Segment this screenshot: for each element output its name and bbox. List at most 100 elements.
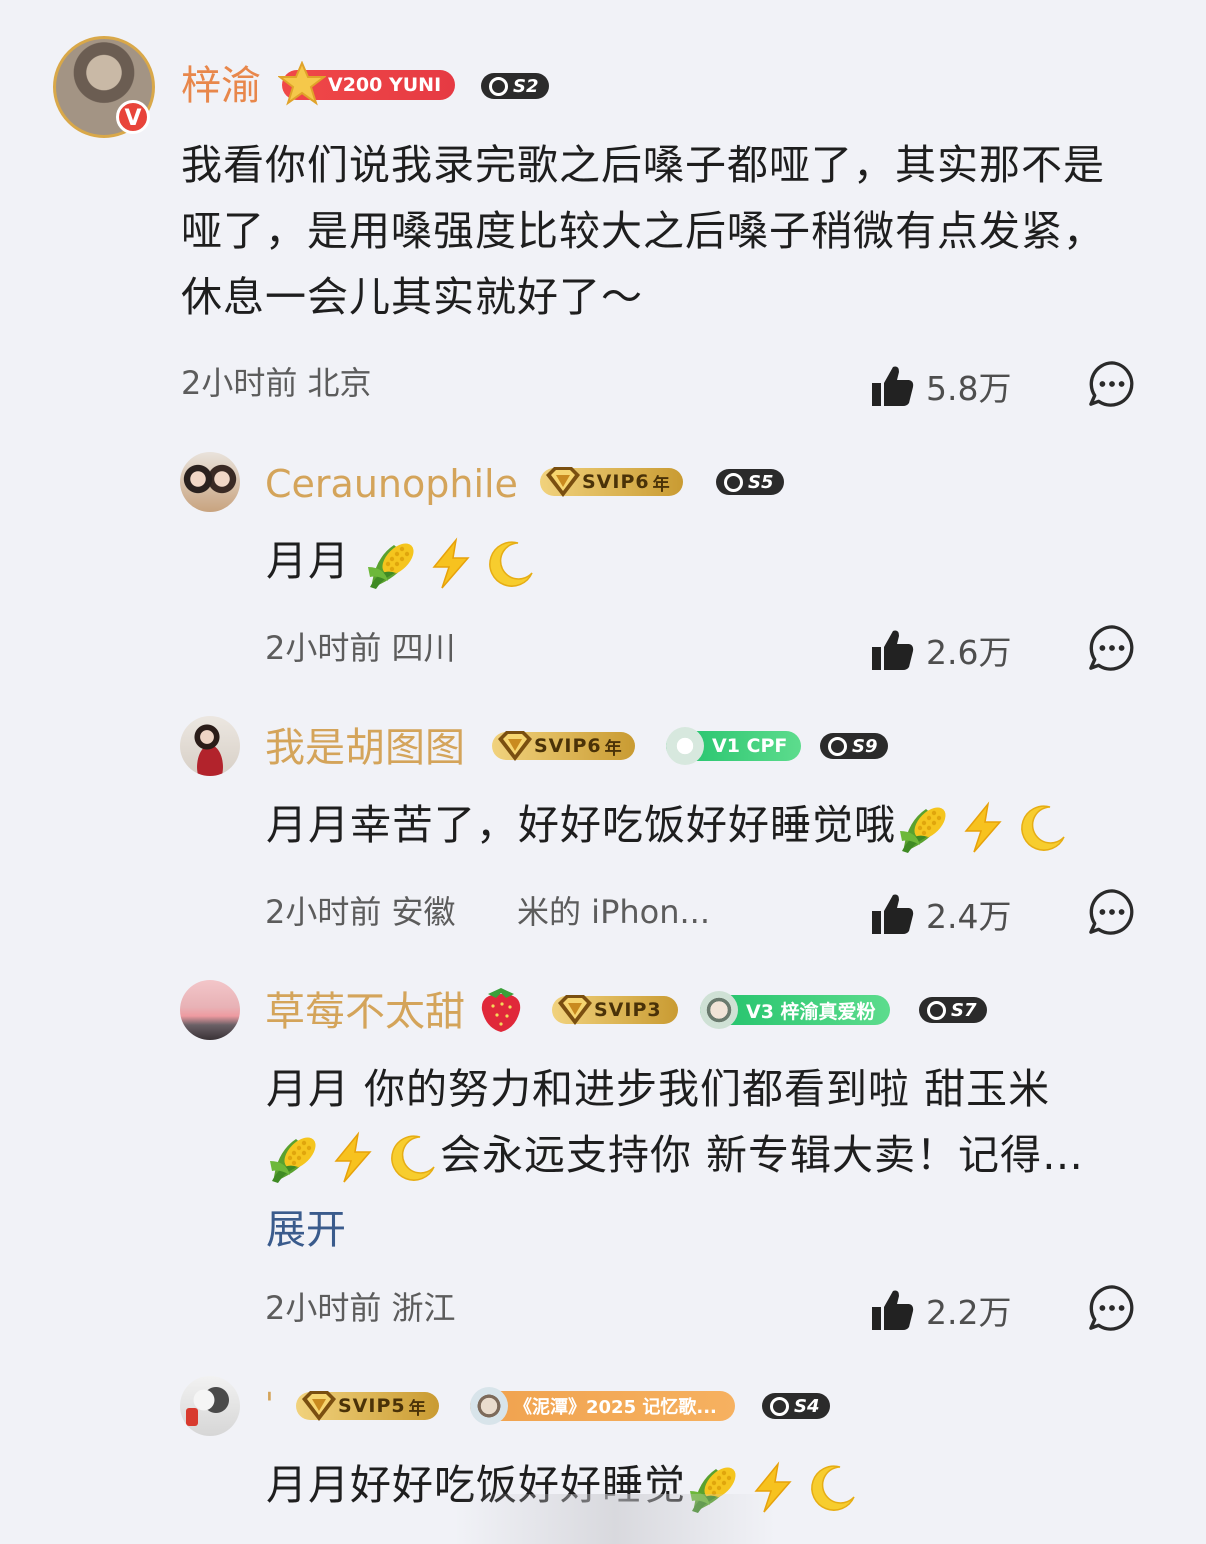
fan-label: V1 CPF — [712, 735, 788, 757]
season-badge[interactable]: S5 — [716, 469, 784, 495]
expand-link[interactable]: 展开 — [266, 1210, 346, 1250]
like-count: 2.2万 — [926, 1293, 1012, 1332]
corn-emoji — [268, 1131, 322, 1185]
svip-badge[interactable]: SVIP6 年 — [540, 468, 683, 496]
vip-label: SVIP6 — [582, 471, 650, 493]
vip-suffix: 年 — [408, 1398, 427, 1419]
season-icon — [770, 1396, 789, 1416]
comment-text: 我看你们说我录完歌之后嗓子都哑了，其实那不是哑了，是用嗓强度比较大之后嗓子稍微有… — [181, 141, 1105, 321]
diamond-icon — [556, 993, 594, 1027]
like-button[interactable]: 5.8万 — [870, 362, 1011, 410]
season-icon — [724, 472, 743, 492]
season-badge[interactable]: S7 — [919, 997, 987, 1023]
comment-line-1: 月月 你的努力和进步我们都看到啦 甜玉米 — [266, 1065, 1051, 1113]
season-icon — [489, 76, 508, 96]
season-badge[interactable]: S4 — [762, 1393, 830, 1419]
thumbs-up-icon — [870, 1288, 914, 1332]
diamond-icon — [544, 465, 582, 499]
location: 四川 — [391, 629, 456, 667]
comment-text: 月月幸苦了，好好吃饭好好睡觉哦 — [266, 792, 1070, 858]
diamond-icon — [300, 1389, 338, 1423]
avatar[interactable] — [180, 452, 240, 512]
fan-badge-icon — [700, 991, 738, 1029]
username[interactable]: 草莓不太甜 — [265, 992, 465, 1032]
avatar[interactable] — [180, 980, 240, 1040]
thumbs-up-icon — [870, 628, 914, 672]
device-label: 米的 iPhon... — [517, 893, 711, 931]
fan-badge-icon — [666, 727, 704, 765]
thumbs-up-icon — [870, 364, 914, 408]
avatar[interactable] — [180, 716, 240, 776]
event-badge[interactable]: 《泥潭》2025 记忆歌... — [470, 1387, 735, 1425]
season-label: S2 — [513, 75, 539, 97]
fan-label: V3 梓渝真爱粉 — [746, 1000, 876, 1023]
vip-suffix: 年 — [604, 738, 623, 759]
vip-label: SVIP5 — [338, 1395, 406, 1417]
fan-badge[interactable]: V3 梓渝真爱粉 — [700, 991, 890, 1029]
event-badge-icon — [470, 1387, 508, 1425]
crown-icon — [277, 60, 327, 107]
like-button[interactable]: 2.6万 — [870, 626, 1011, 674]
verified-icon: V — [116, 100, 150, 134]
thumbs-up-icon — [870, 892, 914, 936]
event-label: 《泥潭》2025 记忆歌... — [514, 1397, 717, 1418]
season-label: S4 — [794, 1395, 820, 1417]
lightning-emoji — [424, 537, 478, 591]
username[interactable]: 梓渝 — [181, 66, 261, 106]
comment-text: 月月 — [266, 528, 538, 594]
svip-badge[interactable]: SVIP6 年 — [492, 732, 635, 760]
username[interactable]: Ceraunophile — [265, 465, 518, 503]
avatar[interactable] — [180, 1376, 240, 1436]
watermark-overlay — [455, 1494, 775, 1544]
location: 安徽 — [391, 893, 456, 931]
svip-badge[interactable]: SVIP5 年 — [296, 1392, 439, 1420]
lightning-emoji — [956, 801, 1010, 855]
location: 浙江 — [391, 1289, 456, 1327]
like-count: 2.4万 — [926, 897, 1012, 936]
comment-line-2-text: 会永远支持你 新专辑大卖！记得… — [440, 1131, 1085, 1179]
timestamp: 2小时前 安徽 — [265, 893, 456, 931]
reply-icon[interactable] — [1088, 360, 1136, 408]
svip-badge[interactable]: SVIP3 — [552, 996, 678, 1024]
comment-body: 月月 — [266, 537, 350, 585]
username[interactable]: 我是胡图图 — [265, 728, 465, 768]
comment-body: 月月幸苦了，好好吃饭好好睡觉哦 — [266, 801, 896, 849]
location: 北京 — [307, 364, 372, 402]
vip-label: SVIP6 — [534, 735, 602, 757]
corn-emoji — [366, 537, 420, 591]
like-count: 5.8万 — [926, 369, 1012, 408]
username[interactable]: ' — [265, 1388, 274, 1420]
strawberry-icon — [478, 984, 524, 1034]
season-icon — [828, 736, 847, 756]
avatar-accent — [186, 1408, 198, 1426]
like-button[interactable]: 2.4万 — [870, 890, 1011, 938]
moon-emoji — [482, 537, 536, 591]
lightning-emoji — [326, 1131, 380, 1185]
moon-emoji — [1014, 801, 1068, 855]
level-label: V200 YUNI — [328, 74, 442, 96]
level-badge[interactable]: V200 YUNI — [277, 60, 456, 106]
diamond-icon — [496, 729, 534, 763]
moon-emoji — [804, 1461, 858, 1515]
comment-line-2: 会永远支持你 新专辑大卖！记得… — [266, 1122, 1146, 1188]
timestamp: 2小时前 四川 — [265, 629, 456, 667]
season-label: S9 — [852, 735, 878, 757]
comment-text: 月月 你的努力和进步我们都看到啦 甜玉米 会永远支持你 新专辑大卖！记得… — [266, 1056, 1146, 1188]
season-badge[interactable]: S2 — [481, 73, 549, 99]
fan-badge[interactable]: V1 CPF — [666, 727, 802, 765]
like-button[interactable]: 2.2万 — [870, 1286, 1011, 1334]
corn-emoji — [898, 801, 952, 855]
moon-emoji — [384, 1131, 438, 1185]
vip-suffix: 年 — [652, 474, 671, 495]
reply-icon[interactable] — [1088, 888, 1136, 936]
timestamp: 2小时前 北京 — [181, 364, 372, 402]
reply-icon[interactable] — [1088, 1284, 1136, 1332]
season-label: S5 — [748, 471, 774, 493]
season-badge[interactable]: S9 — [820, 733, 888, 759]
timestamp: 2小时前 浙江 — [265, 1289, 456, 1327]
season-label: S7 — [951, 999, 977, 1021]
reply-icon[interactable] — [1088, 624, 1136, 672]
vip-label: SVIP3 — [594, 999, 662, 1021]
season-icon — [927, 1000, 946, 1020]
like-count: 2.6万 — [926, 633, 1012, 672]
